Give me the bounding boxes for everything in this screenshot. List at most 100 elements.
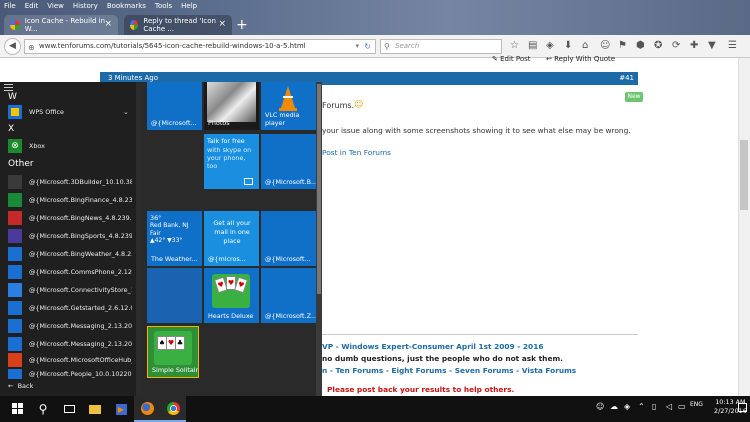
home-icon[interactable]: ⌂ — [582, 40, 588, 51]
menu-bookmarks[interactable]: Bookmarks — [107, 2, 146, 10]
app-getstarted[interactable]: @{Microsoft.Getstarted_2.6.12.0_x... — [8, 300, 132, 316]
tab-reply-thread[interactable]: Reply to thread 'Icon Cache ... × — [124, 15, 232, 35]
menu-tools[interactable]: Tools — [155, 2, 172, 10]
tile-microsoft-app-2[interactable]: @{Microsoft... — [261, 211, 316, 266]
language-indicator[interactable]: ENG — [690, 401, 703, 408]
tile-mail-text: Get all your mail in one place — [213, 219, 251, 245]
app-label: @{Microsoft.ConnectivityStore_1... — [29, 286, 132, 294]
media-player-button[interactable]: ▶ — [108, 396, 134, 422]
start-hamburger-icon[interactable] — [4, 84, 13, 91]
page-scrollbar[interactable] — [738, 58, 750, 396]
tab-close-icon[interactable]: × — [218, 19, 226, 29]
menu-file[interactable]: File — [4, 2, 16, 10]
share-icon[interactable]: ☺ — [600, 40, 610, 51]
tile-vlc[interactable]: VLC media player — [261, 82, 316, 130]
app-label: Xbox — [29, 142, 45, 150]
app-messaging-2[interactable]: @{Microsoft.Messaging_2.13.2000... — [8, 336, 132, 352]
extension-icon[interactable]: ✪ — [654, 40, 662, 51]
tab-close-icon[interactable]: × — [104, 19, 112, 29]
file-explorer-button[interactable] — [82, 396, 108, 422]
tab-icon-cache[interactable]: Icon Cache - Rebuild in W... × — [4, 15, 118, 35]
people-icon[interactable]: ☺ — [596, 402, 604, 411]
pocket-icon[interactable]: ▼ — [708, 40, 716, 51]
tab-bar: Icon Cache - Rebuild in W... × Reply to … — [0, 13, 750, 35]
letter-heading-x[interactable]: X — [8, 124, 14, 134]
new-tab-button[interactable]: + — [236, 17, 248, 33]
shield-icon[interactable]: ◈ — [546, 40, 554, 51]
search-button[interactable]: ⚲ — [30, 396, 56, 422]
menu-history[interactable]: History — [73, 2, 98, 10]
tile-empty[interactable] — [147, 268, 202, 323]
app-bingweather[interactable]: @{Microsoft.BingWeather_4.8.239... — [8, 246, 132, 262]
signature-forum-links[interactable]: n - Ten Forums - Eight Forums - Seven Fo… — [322, 366, 576, 375]
puzzle-icon[interactable]: ✚ — [690, 40, 698, 51]
dropdown-arrow-icon[interactable]: ▾ — [355, 40, 359, 53]
app-bingnews[interactable]: @{Microsoft.BingNews_4.8.239.0_... — [8, 210, 132, 226]
tiles-scrollbar-thumb[interactable] — [317, 84, 321, 294]
app-people[interactable]: @{Microsoft.People_10.0.10220.0... — [8, 368, 132, 380]
tile-microsoft-app[interactable]: @{Microsoft... — [147, 82, 202, 130]
app-connectivitystore[interactable]: @{Microsoft.ConnectivityStore_1... — [8, 282, 132, 298]
chevron-down-icon[interactable]: ⌄ — [123, 108, 129, 116]
app-commsphone[interactable]: @{Microsoft.CommsPhone_2.12.1... — [8, 264, 132, 280]
edit-post-button[interactable]: ✎ Edit Post — [492, 55, 531, 63]
post-number[interactable]: #41 — [619, 72, 634, 85]
tile-skype[interactable]: Talk for free with skype on your phone, … — [204, 134, 259, 189]
tile-weather[interactable]: 36° Red Bank, NJ Fair ▲42° ▼33° The Weat… — [147, 211, 202, 266]
back-button[interactable]: ◀ — [4, 38, 21, 55]
action-center-icon[interactable] — [738, 403, 747, 412]
chevron-up-icon[interactable]: ⌃ — [638, 402, 645, 411]
back-button[interactable]: ← Back — [8, 382, 33, 390]
volume-icon[interactable]: ◁ — [666, 402, 672, 411]
cloud-icon[interactable]: ☁ — [610, 402, 618, 411]
app-3dbuilder[interactable]: @{Microsoft.3DBuilder_10.10.38.0... — [8, 174, 132, 190]
photo-thumbnail — [207, 82, 256, 122]
other-heading[interactable]: Other — [8, 159, 34, 169]
search-input[interactable]: ⚲ Search — [380, 39, 502, 54]
app-xbox[interactable]: ⊗ Xbox — [8, 138, 132, 154]
reading-list-icon[interactable]: ▤ — [528, 40, 537, 51]
signature-mvp[interactable]: VP - Windows Expert-Consumer April 1st 2… — [322, 342, 543, 351]
tile-mail[interactable]: Get all your mail in one place @{micros.… — [204, 211, 259, 266]
task-view-button[interactable] — [56, 396, 82, 422]
star-icon[interactable]: ☆ — [510, 40, 519, 51]
chrome-button[interactable] — [160, 396, 186, 422]
menu-edit[interactable]: Edit — [25, 2, 39, 10]
smile-emoji-icon: ☺ — [354, 100, 364, 110]
network-icon[interactable]: ▯ — [652, 402, 656, 411]
tile-photos[interactable]: Photos — [204, 82, 259, 130]
tile-microsoft-z[interactable]: @{Microsoft.Z... — [261, 268, 316, 323]
bookmarks-icon[interactable]: ⚑ — [618, 40, 627, 51]
page-scrollbar-thumb[interactable] — [740, 140, 748, 210]
hamburger-menu-icon[interactable]: ☰ — [728, 40, 737, 51]
reply-with-quote-button[interactable]: ↩ Reply With Quote — [546, 55, 615, 63]
app-tile-icon — [8, 319, 22, 333]
post-link[interactable]: Post in Ten Forums — [322, 148, 391, 157]
download-icon[interactable]: ⬇ — [564, 40, 572, 51]
menu-help[interactable]: Help — [181, 2, 197, 10]
message-icon — [244, 178, 253, 185]
addon-icon[interactable]: ⬢ — [636, 40, 645, 51]
tile-microsoft-b[interactable]: @{Microsoft.B... — [261, 134, 316, 189]
post-text-issue: your issue along with some screenshots s… — [322, 126, 631, 135]
sync-icon[interactable]: ⟳ — [672, 40, 680, 51]
shield-icon[interactable]: ◈ — [624, 402, 630, 411]
tiles-scrollbar[interactable] — [316, 82, 322, 396]
tile-simple-solitaire[interactable]: ♠ ♥ ♣ Simple Solitaire — [147, 326, 199, 378]
app-officehub[interactable]: @{Microsoft.MicrosoftOfficeHub_... — [8, 352, 132, 368]
menu-view[interactable]: View — [47, 2, 64, 10]
app-tile-icon — [8, 211, 22, 225]
tile-label: Simple Solitaire — [152, 366, 199, 374]
windows-start-button[interactable] — [5, 396, 31, 422]
letter-heading-w[interactable]: W — [8, 92, 17, 102]
app-bingsports[interactable]: @{Microsoft.BingSports_4.8.239.0... — [8, 228, 132, 244]
app-messaging-1[interactable]: @{Microsoft.Messaging_2.13.2000... — [8, 318, 132, 334]
app-bingfinance[interactable]: @{Microsoft.BingFinance_4.8.239... — [8, 192, 132, 208]
hearts-cards-icon: ♥ ♥ ♥ — [212, 274, 250, 308]
firefox-button[interactable] — [134, 396, 160, 422]
tile-hearts-deluxe[interactable]: ♥ ♥ ♥ Hearts Deluxe — [204, 268, 259, 323]
app-wps-office[interactable]: WPS Office — [8, 104, 132, 120]
address-bar[interactable]: ⊕ www.tenforums.com/tutorials/5645-icon-… — [24, 39, 376, 54]
reload-icon[interactable]: ↻ — [364, 40, 371, 53]
battery-icon[interactable]: ▭ — [678, 402, 686, 411]
